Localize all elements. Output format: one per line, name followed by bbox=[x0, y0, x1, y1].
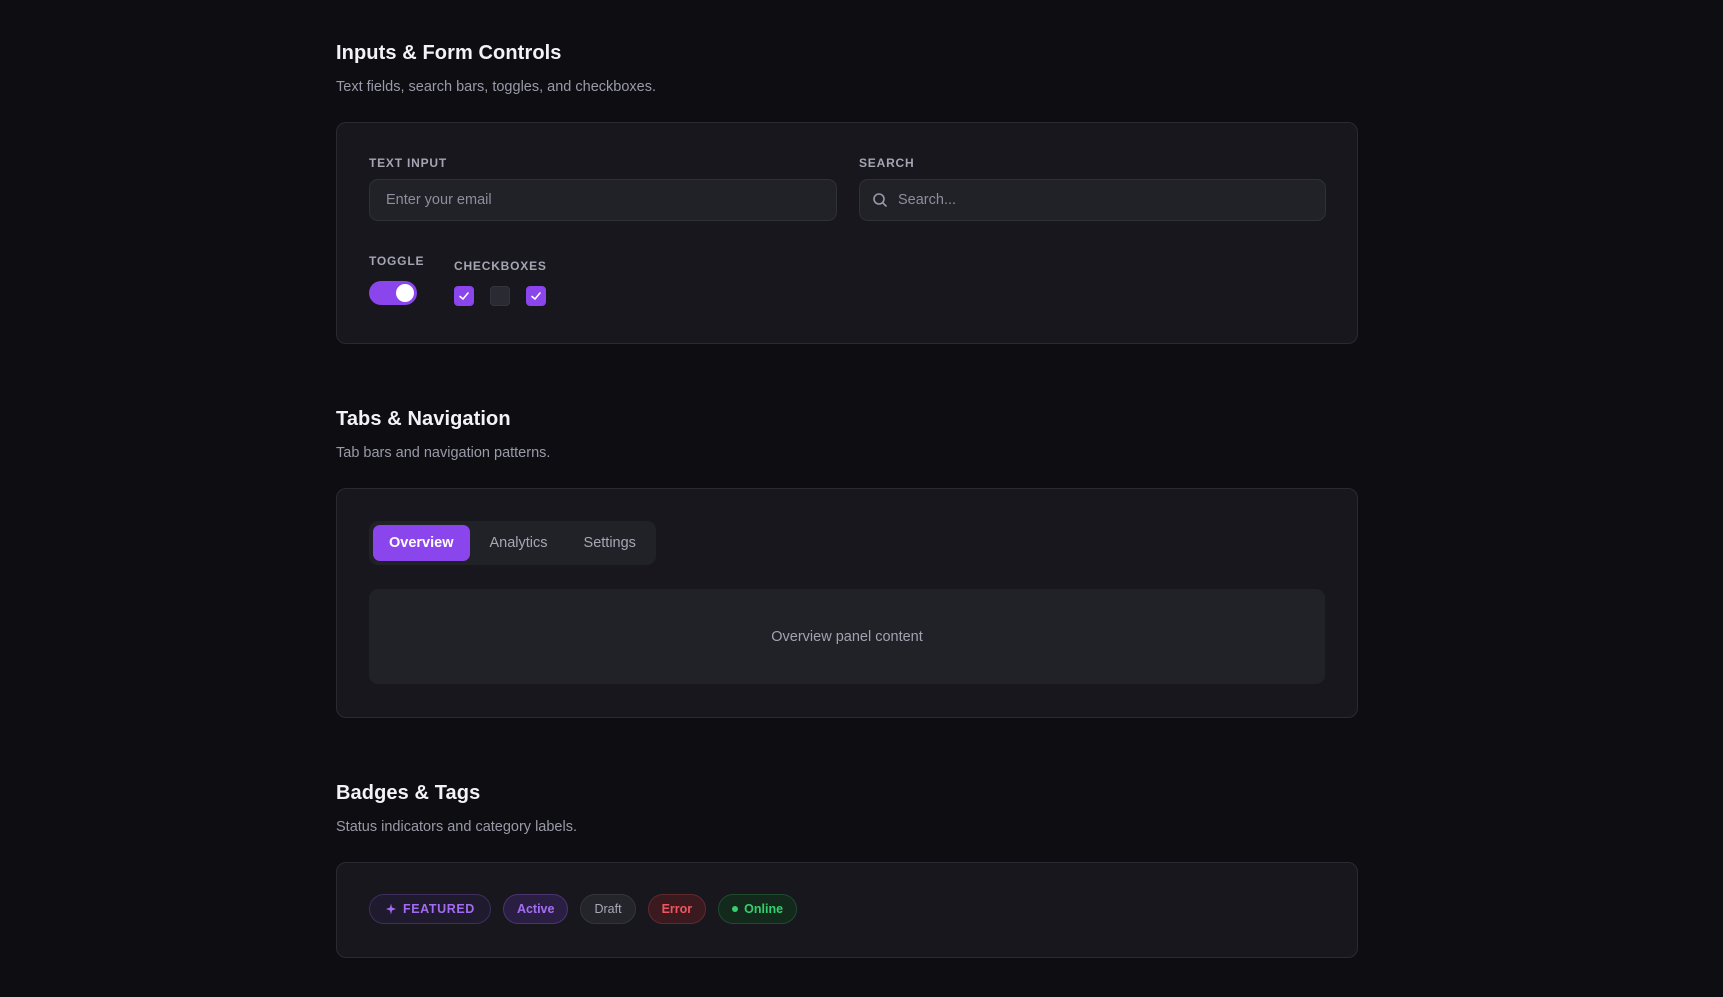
checkbox-3[interactable] bbox=[526, 286, 546, 306]
section-title-tabs: Tabs & Navigation bbox=[336, 408, 511, 430]
toggle-knob bbox=[396, 284, 414, 302]
toggle-label: TOGGLE bbox=[369, 254, 425, 268]
email-input-placeholder: Enter your email bbox=[386, 192, 492, 208]
badge-error: Error bbox=[647, 894, 707, 924]
toggle-switch[interactable] bbox=[369, 281, 417, 305]
tab-panel: Overview panel content bbox=[369, 589, 1325, 684]
search-input[interactable]: Search... bbox=[859, 179, 1326, 221]
section-subtitle-tabs: Tab bars and navigation patterns. bbox=[336, 445, 551, 461]
checkboxes-label: CHECKBOXES bbox=[454, 259, 547, 273]
check-icon bbox=[531, 292, 541, 300]
badge-active-label: Active bbox=[516, 902, 555, 916]
badge-online: Online bbox=[718, 894, 798, 924]
badge-featured: FEATURED bbox=[369, 894, 491, 924]
check-icon bbox=[459, 292, 469, 300]
badge-draft-label: Draft bbox=[594, 902, 622, 916]
tab-panel-text: Overview panel content bbox=[771, 628, 923, 645]
search-label: SEARCH bbox=[859, 156, 915, 170]
badge-online-label: Online bbox=[744, 902, 784, 916]
section-title-inputs: Inputs & Form Controls bbox=[336, 42, 562, 64]
badge-row: FEATURED Active Draft Error Online bbox=[369, 894, 798, 924]
sparkle-icon bbox=[385, 903, 397, 915]
badge-featured-label: FEATURED bbox=[403, 902, 475, 916]
badge-error-label: Error bbox=[661, 902, 693, 916]
section-subtitle-badges: Status indicators and category labels. bbox=[336, 819, 577, 835]
badges-card: FEATURED Active Draft Error Online bbox=[336, 862, 1358, 958]
checkbox-2[interactable] bbox=[490, 286, 510, 306]
status-dot-icon bbox=[732, 906, 739, 912]
tabs-card: Overview Analytics Settings Overview pan… bbox=[336, 488, 1358, 718]
badge-draft: Draft bbox=[580, 894, 636, 924]
checkbox-1[interactable] bbox=[454, 286, 474, 306]
tab-overview[interactable]: Overview bbox=[373, 525, 470, 561]
search-input-placeholder: Search... bbox=[898, 192, 957, 208]
section-subtitle-inputs: Text fields, search bars, toggles, and c… bbox=[336, 79, 656, 95]
email-input[interactable]: Enter your email bbox=[369, 179, 837, 221]
badge-active: Active bbox=[502, 894, 569, 924]
tab-analytics[interactable]: Analytics bbox=[474, 525, 564, 561]
search-icon bbox=[872, 192, 888, 208]
text-input-label: TEXT INPUT bbox=[369, 156, 448, 170]
tab-bar: Overview Analytics Settings bbox=[369, 521, 656, 565]
tab-settings[interactable]: Settings bbox=[568, 525, 652, 561]
inputs-card: TEXT INPUT Enter your email SEARCH Searc… bbox=[336, 122, 1358, 344]
section-title-badges: Badges & Tags bbox=[336, 782, 481, 804]
